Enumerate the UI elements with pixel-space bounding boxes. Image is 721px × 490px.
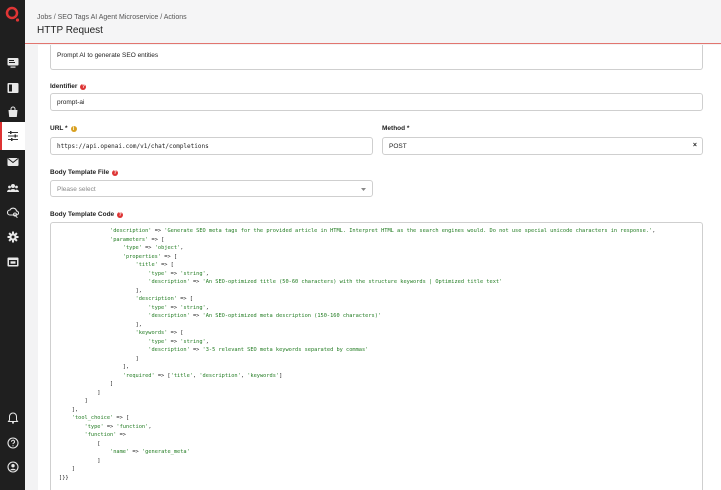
required-icon[interactable]: ?: [80, 83, 87, 90]
code-line: 'type' => 'object',: [122, 245, 184, 251]
code-line: 'type' => 'string',: [148, 338, 209, 345]
sidebar-item-actions[interactable]: [0, 122, 25, 150]
description-value: Prompt AI to generate SEO entities: [57, 52, 159, 59]
method-label: Method *: [382, 125, 410, 132]
code-line: ]: [59, 355, 139, 362]
description-textarea[interactable]: Prompt AI to generate SEO entities: [50, 45, 703, 70]
url-label: URL * i: [50, 125, 77, 132]
info-icon[interactable]: i: [70, 125, 77, 132]
method-value: POST: [389, 143, 407, 150]
code-content: 'description' => 'Generate SEO meta tags…: [51, 223, 702, 482]
code-line: ],: [59, 321, 142, 328]
code-line: [: [59, 440, 101, 447]
gear-icon[interactable]: [6, 230, 19, 243]
code-line: 'keywords' => [: [135, 330, 184, 336]
code-line: 'name' => 'generate_meta': [110, 449, 190, 455]
code-line: ]: [59, 457, 101, 464]
breadcrumb[interactable]: Jobs / SEO Tags AI Agent Microservice / …: [37, 14, 187, 21]
code-line: 'function' =>: [84, 432, 126, 438]
clear-icon[interactable]: ×: [693, 142, 697, 149]
code-line: ],: [59, 406, 79, 413]
code-line: ],: [59, 364, 130, 370]
logo[interactable]: [5, 5, 21, 23]
users-icon[interactable]: [6, 181, 19, 194]
user-circle-icon[interactable]: [6, 460, 19, 473]
code-line: ]: [59, 381, 114, 387]
page-title: HTTP Request: [37, 25, 103, 36]
help-icon[interactable]: [6, 436, 19, 449]
code-line: ]: [59, 398, 88, 404]
method-select[interactable]: POST ×: [382, 137, 703, 155]
sidebar: [0, 0, 25, 490]
code-line: 'type' => 'function',: [84, 423, 152, 430]
identifier-value: prompt-ai: [57, 99, 85, 106]
code-line: ]}}: [59, 474, 69, 481]
code-line: 'type' => 'string',: [148, 270, 209, 277]
code-line: 'required' => ['title', 'description', '…: [122, 372, 283, 379]
code-line: 'description' => [: [135, 296, 193, 302]
code-line: 'parameters' => [: [110, 236, 165, 243]
chevron-down-icon: [361, 188, 366, 191]
body-file-label: Body Template File ?: [50, 169, 119, 176]
identifier-label: Identifier ?: [50, 83, 87, 90]
identifier-input[interactable]: prompt-ai: [50, 93, 703, 111]
url-input[interactable]: https://api.openai.com/v1/chat/completio…: [50, 137, 373, 155]
monitor-icon[interactable]: [6, 56, 19, 69]
header: Jobs / SEO Tags AI Agent Microservice / …: [25, 0, 721, 44]
cloud-search-icon[interactable]: [6, 205, 19, 218]
code-line: 'description' => 'Generate SEO meta tags…: [110, 228, 656, 234]
code-line: 'title' => [: [135, 262, 174, 268]
code-line: 'type' => 'string',: [148, 304, 209, 311]
required-icon[interactable]: ?: [117, 211, 124, 218]
code-line: 'tool_choice' => [: [71, 415, 130, 421]
body-code-editor[interactable]: 'description' => 'Generate SEO meta tags…: [50, 222, 703, 490]
form-panel: Prompt AI to generate SEO entities Ident…: [38, 45, 721, 490]
code-line: 'description' => 'An SEO-optimized title…: [148, 279, 503, 285]
code-line: 'description' => 'An SEO-optimized meta …: [148, 313, 382, 319]
body-code-label: Body Template Code ?: [50, 211, 124, 218]
card-icon[interactable]: [6, 255, 19, 268]
body-file-placeholder: Please select: [57, 186, 96, 193]
sliders-icon: [6, 129, 19, 142]
code-line: ]: [59, 389, 101, 396]
body-file-select[interactable]: Please select: [50, 180, 373, 197]
url-value: https://api.openai.com/v1/chat/completio…: [57, 143, 209, 150]
mail-icon[interactable]: [6, 155, 19, 168]
bell-icon[interactable]: [6, 411, 19, 424]
required-icon[interactable]: ?: [112, 169, 119, 176]
code-line: 'properties' => [: [122, 253, 178, 260]
code-line: ]: [59, 466, 75, 472]
code-line: ],: [59, 287, 142, 294]
bag-icon[interactable]: [6, 105, 19, 118]
sidebar-panel-icon[interactable]: [6, 81, 19, 94]
code-line: 'description' => '3-5 relevant SEO meta …: [148, 347, 369, 353]
